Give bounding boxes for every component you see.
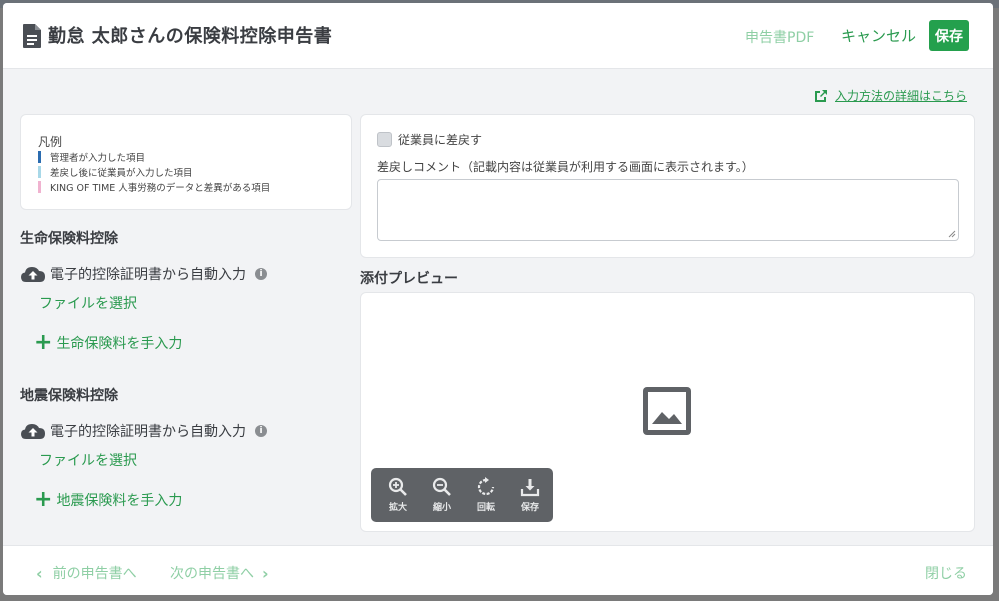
download-label: 保存 [520, 503, 539, 513]
return-comment-textarea[interactable] [377, 179, 959, 241]
legend-color-bar [38, 180, 41, 193]
download-icon [520, 479, 540, 497]
modal-header: 勤怠 太郎さんの保険料控除申告書 申告書PDF キャンセル 保存 [3, 3, 993, 69]
rotate-label: 回転 [476, 503, 495, 513]
input-method-detail-link[interactable]: 入力方法の詳細はこちら [813, 87, 967, 104]
legend-item-label: KING OF TIME 人事労務のデータと差異がある項目 [50, 182, 271, 194]
life-insurance-section-title: 生命保険料控除 [20, 231, 118, 247]
modal-footer: ‹ 前の申告書へ 次の申告書へ › 閉じる [3, 545, 993, 595]
zoom-in-label: 拡大 [388, 503, 407, 513]
chevron-right-icon: › [262, 563, 269, 583]
pdf-button[interactable]: 申告書PDF [745, 27, 814, 47]
manual-input-label: 地震保険料を手入力 [56, 493, 183, 509]
previous-form-link[interactable]: ‹ 前の申告書へ [36, 563, 137, 583]
life-insurance-auto-input: 電子的控除証明書から自動入力 i [20, 264, 267, 284]
attachment-preview-title: 添付プレビュー [360, 271, 458, 287]
legend-item-difference: KING OF TIME 人事労務のデータと差異がある項目 [38, 180, 271, 194]
plus-icon: + [34, 330, 53, 355]
cloud-upload-icon [21, 267, 45, 282]
input-method-detail-label: 入力方法の詳細はこちら [835, 89, 968, 103]
modal-title: 勤怠 太郎さんの保険料控除申告書 [48, 26, 333, 47]
return-to-employee-checkbox[interactable]: 従業員に差戻す [377, 131, 482, 148]
next-form-link[interactable]: 次の申告書へ › [170, 563, 269, 583]
external-link-icon [815, 89, 827, 102]
life-insurance-manual-input[interactable]: + 生命保険料を手入力 [34, 332, 182, 354]
earthquake-insurance-section-title: 地震保険料控除 [20, 388, 118, 404]
legend-title: 凡例 [38, 135, 63, 149]
zoom-in-icon [388, 477, 407, 496]
return-comment-label: 差戻しコメント（記載内容は従業員が利用する画面に表示されます。） [377, 160, 754, 174]
zoom-out-label: 縮小 [432, 503, 451, 513]
auto-input-label: 電子的控除証明書から自動入力 [50, 267, 246, 283]
return-panel: 従業員に差戻す 差戻しコメント（記載内容は従業員が利用する画面に表示されます。） [360, 114, 975, 258]
save-button[interactable]: 保存 [929, 20, 969, 51]
deduction-form-modal: 勤怠 太郎さんの保険料控除申告書 申告書PDF キャンセル 保存 入力方法の詳細… [3, 3, 993, 595]
resize-grip-icon[interactable] [946, 228, 956, 238]
life-insurance-file-select[interactable]: ファイルを選択 [39, 293, 137, 313]
next-form-label: 次の申告書へ [170, 566, 254, 582]
plus-icon: + [34, 487, 53, 512]
attachment-preview-area: 拡大 縮小 回転 保存 [360, 292, 975, 532]
close-button[interactable]: 閉じる [925, 563, 967, 583]
return-to-employee-label: 従業員に差戻す [398, 133, 483, 147]
auto-input-label: 電子的控除証明書から自動入力 [50, 424, 246, 440]
legend-item-employee: 差戻し後に従業員が入力した項目 [38, 165, 193, 179]
legend-item-label: 差戻し後に従業員が入力した項目 [50, 167, 193, 179]
zoom-out-button[interactable]: 縮小 [421, 468, 463, 522]
earthquake-insurance-manual-input[interactable]: + 地震保険料を手入力 [34, 489, 182, 511]
legend-box: 凡例 管理者が入力した項目 差戻し後に従業員が入力した項目 KING OF TI… [20, 114, 352, 210]
download-button[interactable]: 保存 [509, 468, 551, 522]
earthquake-insurance-file-select[interactable]: ファイルを選択 [39, 450, 137, 470]
zoom-in-button[interactable]: 拡大 [377, 468, 419, 522]
rotate-icon [477, 477, 495, 496]
legend-item-label: 管理者が入力した項目 [50, 152, 146, 164]
chevron-left-icon: ‹ [36, 563, 43, 583]
checkbox-box[interactable] [377, 132, 392, 147]
earthquake-insurance-auto-input: 電子的控除証明書から自動入力 i [20, 421, 267, 441]
legend-item-admin: 管理者が入力した項目 [38, 150, 146, 164]
manual-input-label: 生命保険料を手入力 [56, 336, 183, 352]
image-placeholder-icon [643, 387, 691, 435]
rotate-button[interactable]: 回転 [465, 468, 507, 522]
legend-color-bar [38, 165, 41, 178]
cloud-upload-icon [21, 424, 45, 439]
info-icon[interactable]: i [255, 268, 267, 280]
document-icon [23, 24, 41, 48]
zoom-out-icon [432, 477, 451, 496]
info-icon[interactable]: i [255, 425, 267, 437]
preview-toolbar: 拡大 縮小 回転 保存 [371, 468, 553, 522]
previous-form-label: 前の申告書へ [52, 566, 137, 582]
legend-color-bar [38, 150, 41, 163]
cancel-button[interactable]: キャンセル [841, 25, 916, 46]
